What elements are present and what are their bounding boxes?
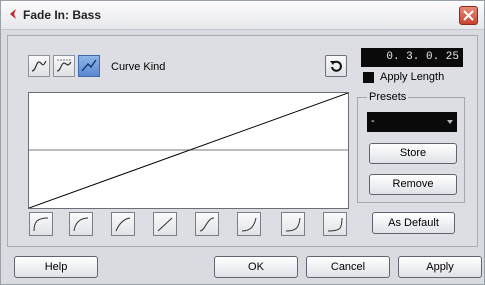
preset-select[interactable]: - xyxy=(367,112,457,132)
shape-preset-4-icon xyxy=(157,217,173,232)
restore-button[interactable] xyxy=(325,55,347,77)
shape-preset-2-button[interactable] xyxy=(69,212,93,236)
ok-button-label: OK xyxy=(248,261,264,273)
title-bar[interactable]: Fade In: Bass xyxy=(1,1,484,30)
shape-preset-3-icon xyxy=(115,217,131,232)
store-button-label: Store xyxy=(399,147,427,159)
close-button[interactable] xyxy=(459,6,478,25)
shape-preset-8-button[interactable] xyxy=(323,212,347,236)
apply-button-label: Apply xyxy=(426,261,454,273)
presets-title: Presets xyxy=(367,91,409,103)
close-icon xyxy=(463,10,474,21)
as-default-button-label: As Default xyxy=(388,217,439,229)
store-button[interactable]: Store xyxy=(369,143,457,164)
linear-curve-button[interactable] xyxy=(78,55,100,77)
remove-button[interactable]: Remove xyxy=(369,174,457,195)
chevron-down-icon xyxy=(447,120,453,124)
remove-button-label: Remove xyxy=(392,178,434,190)
shape-preset-5-button[interactable] xyxy=(195,212,219,236)
preset-select-value: - xyxy=(371,115,375,127)
apply-button[interactable]: Apply xyxy=(398,256,482,278)
restore-icon xyxy=(330,60,342,72)
apply-length-checkbox[interactable] xyxy=(363,72,374,83)
spline-curve-button[interactable] xyxy=(28,55,50,77)
help-button[interactable]: Help xyxy=(14,256,98,278)
fade-curve-display[interactable] xyxy=(28,92,349,209)
cubase-logo-icon xyxy=(10,9,16,19)
shape-preset-4-button[interactable] xyxy=(153,212,177,236)
damped-spline-curve-button[interactable] xyxy=(53,55,75,77)
shape-preset-1-icon xyxy=(33,217,49,232)
linear-curve-icon xyxy=(81,59,97,72)
shape-preset-7-icon xyxy=(285,217,301,232)
shape-preset-2-icon xyxy=(73,217,89,232)
apply-length-label: Apply Length xyxy=(380,71,445,83)
shape-preset-7-button[interactable] xyxy=(281,212,305,236)
window-title: Fade In: Bass xyxy=(23,8,102,22)
shape-preset-8-icon xyxy=(327,217,343,232)
damped-spline-curve-icon xyxy=(56,59,72,72)
fade-length-field[interactable]: 0. 3. 0. 25 xyxy=(361,48,463,67)
curve-kind-label: Curve Kind xyxy=(111,61,166,73)
cancel-button-label: Cancel xyxy=(330,261,366,273)
help-button-label: Help xyxy=(44,261,68,273)
shape-preset-6-button[interactable] xyxy=(237,212,261,236)
shape-preset-3-button[interactable] xyxy=(111,212,135,236)
shape-preset-6-icon xyxy=(241,217,257,232)
cancel-button[interactable]: Cancel xyxy=(306,256,390,278)
shape-preset-1-button[interactable] xyxy=(29,212,53,236)
fade-in-dialog: Fade In: Bass Curve Kind 0. 3. 0. 25 App… xyxy=(0,0,485,285)
as-default-button[interactable]: As Default xyxy=(372,212,455,234)
spline-curve-icon xyxy=(31,60,47,72)
ok-button[interactable]: OK xyxy=(214,256,298,278)
shape-preset-5-icon xyxy=(199,217,215,232)
